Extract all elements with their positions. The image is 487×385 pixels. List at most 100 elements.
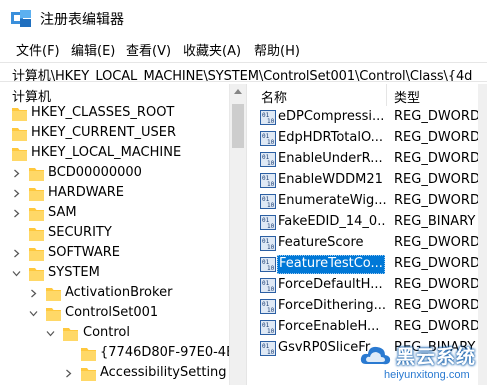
binary-value-icon: 0110 — [260, 341, 276, 356]
tree-item-label: HKEY_CURRENT_USER — [31, 125, 177, 140]
value-row-selected[interactable]: 01 10 FeatureTestCo... REG_DWORD — [252, 254, 487, 275]
binary-value-icon: 0110 — [260, 278, 276, 293]
binary-value-icon: 0110 — [260, 257, 276, 272]
folder-icon — [12, 148, 27, 161]
svg-text:10: 10 — [267, 118, 275, 125]
binary-value-icon: 0110 — [260, 131, 276, 146]
tree-item-label: SOFTWARE — [48, 245, 120, 260]
watermark-url: heiyunxitong.com — [384, 369, 470, 381]
folder-icon — [81, 368, 96, 381]
tree-item-label: AccessibilitySetting — [100, 365, 227, 380]
menu-favorites[interactable]: 收藏夹(A) — [183, 40, 241, 59]
value-type: REG_DWORD — [394, 151, 480, 166]
svg-text:10: 10 — [267, 265, 275, 272]
binary-value-icon: 0110 — [260, 299, 276, 314]
value-type: REG_DWORD — [394, 256, 480, 271]
address-path[interactable]: 计算机\HKEY_LOCAL_MACHINE\SYSTEM\ControlSet… — [12, 65, 472, 81]
column-header-type[interactable]: 类型 — [394, 87, 420, 106]
value-name: EnableUnderR... — [278, 151, 383, 166]
value-row[interactable]: 01 10 EnumerateWig... REG_DWORD — [252, 191, 487, 212]
folder-icon — [29, 268, 44, 281]
watermark: 黑云系统 heiyunxitong.com — [358, 340, 482, 384]
svg-text:10: 10 — [267, 181, 275, 188]
menu-help[interactable]: 帮助(H) — [254, 40, 300, 59]
folder-icon — [29, 168, 44, 181]
value-name: FakeEDID_14_0... — [278, 214, 386, 229]
chevron-right-icon[interactable] — [12, 209, 21, 218]
tree-item-label: SAM — [48, 205, 77, 220]
value-row[interactable]: 01 10 FeatureScore REG_DWORD — [252, 233, 487, 254]
folder-icon — [29, 248, 44, 261]
folder-icon — [12, 108, 27, 121]
value-name: FeatureScore — [278, 235, 364, 250]
tree-item-label: ControlSet001 — [65, 305, 159, 320]
value-name: eDPCompressi... — [278, 109, 385, 124]
value-name: ForceEnableH... — [278, 319, 380, 334]
column-header-name[interactable]: 名称 — [261, 87, 287, 106]
value-type: REG_DWORD — [394, 319, 480, 334]
value-name: EdpHDRTotalO... — [278, 130, 384, 145]
value-row[interactable]: 01 10 ForceEnableH... REG_DWORD — [252, 317, 487, 338]
regedit-app-icon — [11, 10, 31, 27]
value-row[interactable]: 01 10 eDPCompressi... REG_DWORD — [252, 107, 487, 128]
menu-edit[interactable]: 编辑(E) — [71, 40, 115, 59]
tree-item-label: ActivationBroker — [65, 285, 173, 300]
svg-text:10: 10 — [267, 160, 275, 167]
chevron-down-icon[interactable] — [12, 269, 21, 278]
value-type: REG_DWORD — [394, 235, 480, 250]
tree-item-label: BCD00000000 — [48, 165, 142, 180]
menu-file[interactable]: 文件(F) — [16, 40, 60, 59]
tree-item-label: SECURITY — [48, 225, 112, 240]
svg-text:10: 10 — [267, 223, 275, 230]
tree-root-computer[interactable]: 计算机 — [12, 86, 51, 105]
svg-text:10: 10 — [267, 328, 275, 335]
value-row[interactable]: 01 10 ForceDefaultH... REG_DWORD — [252, 275, 487, 296]
address-bar[interactable]: 计算机\HKEY_LOCAL_MACHINE\SYSTEM\ControlSet… — [0, 62, 487, 82]
tree-item-label: Control — [83, 325, 130, 340]
value-row[interactable]: 01 10 ForceDithering... REG_DWORD — [252, 296, 487, 317]
value-type: REG_DWORD — [394, 172, 480, 187]
chevron-right-icon[interactable] — [12, 189, 21, 198]
binary-value-icon: 0110 — [260, 236, 276, 251]
tree-item-label: SYSTEM — [48, 265, 100, 280]
value-name: EnableWDDM21 — [278, 172, 383, 187]
tree-item-label: HARDWARE — [48, 185, 124, 200]
tree-scrollbar[interactable] — [229, 84, 246, 385]
menu-view[interactable]: 查看(V) — [126, 40, 171, 59]
value-name: EnumerateWig... — [278, 193, 386, 208]
value-row[interactable]: 01 10 EnableUnderR... REG_DWORD — [252, 149, 487, 170]
scroll-up-arrow-icon[interactable] — [234, 89, 242, 94]
value-type: REG_DWORD — [394, 277, 480, 292]
svg-text:10: 10 — [267, 202, 275, 209]
scrollbar-thumb[interactable] — [232, 104, 244, 148]
menu-bar: 文件(F) 编辑(E) 查看(V) 收藏夹(A) 帮助(H) — [0, 38, 487, 60]
binary-value-icon: 0110 — [260, 173, 276, 188]
value-name: ForceDefaultH... — [278, 277, 383, 292]
binary-value-icon: 0110 — [260, 110, 276, 125]
folder-icon — [46, 308, 61, 321]
window-title: 注册表编辑器 — [40, 12, 124, 28]
chevron-right-icon[interactable] — [12, 249, 21, 258]
chevron-down-icon[interactable] — [46, 329, 55, 338]
chevron-right-icon[interactable] — [12, 169, 21, 178]
value-row[interactable]: 01 10 EnableWDDM21 REG_DWORD — [252, 170, 487, 191]
tree-item-label: HKEY_CLASSES_ROOT — [31, 105, 175, 120]
value-row[interactable]: 01 10 FakeEDID_14_0... REG_BINARY — [252, 212, 487, 233]
folder-icon — [29, 228, 44, 241]
binary-value-icon: 0110 — [260, 215, 276, 230]
value-name: ForceDithering... — [278, 298, 386, 313]
watermark-brand: 黑云系统 — [396, 346, 477, 368]
chevron-down-icon[interactable] — [29, 309, 38, 318]
value-type: REG_DWORD — [394, 193, 480, 208]
tree-item-label: HKEY_LOCAL_MACHINE — [31, 145, 182, 160]
column-divider[interactable] — [386, 84, 387, 106]
chevron-right-icon[interactable] — [64, 369, 73, 378]
key-tree-pane[interactable]: 计算机 HKEY_CLASSES_ROOT HKEY_CURRENT_USER … — [0, 84, 246, 385]
value-row[interactable]: 01 10 EdpHDRTotalO... REG_DWORD — [252, 128, 487, 149]
title-bar: 注册表编辑器 — [0, 0, 487, 36]
tree-item-label: {7746D80F-97E0-4E2 — [100, 345, 243, 360]
folder-icon — [46, 288, 61, 301]
folder-icon — [63, 328, 78, 341]
chevron-right-icon[interactable] — [29, 289, 38, 298]
svg-text:10: 10 — [267, 307, 275, 314]
